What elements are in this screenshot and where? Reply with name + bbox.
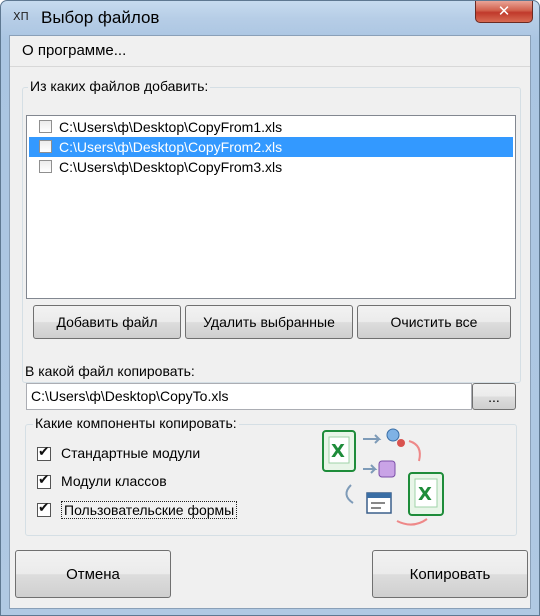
close-button[interactable]: ✕ <box>475 1 533 23</box>
list-item[interactable]: C:\Users\ф\Desktop\CopyFrom3.xls <box>29 157 513 177</box>
source-files-list[interactable]: C:\Users\ф\Desktop\CopyFrom1.xls C:\User… <box>26 115 516 299</box>
class-modules-checkbox[interactable] <box>37 472 51 489</box>
list-item[interactable]: C:\Users\ф\Desktop\CopyFrom1.xls <box>29 117 513 137</box>
excel-copy-illustration-icon: X X <box>322 428 444 526</box>
add-file-button[interactable]: Добавить файл <box>33 305 181 339</box>
browse-button[interactable]: ... <box>472 383 516 410</box>
standard-modules-checkbox[interactable] <box>37 444 51 461</box>
cancel-button[interactable]: Отмена <box>15 550 171 598</box>
user-forms-checkbox[interactable] <box>37 500 51 517</box>
files-group-label: Из каких файлов добавить: <box>28 78 211 94</box>
menu-bar: О программе... <box>10 36 530 67</box>
list-item[interactable]: C:\Users\ф\Desktop\CopyFrom2.xls <box>29 137 513 157</box>
list-item-checkbox[interactable] <box>39 160 52 173</box>
user-forms-label: Пользовательские формы <box>61 501 238 519</box>
file-path: C:\Users\ф\Desktop\CopyFrom2.xls <box>59 139 283 155</box>
remove-selected-button[interactable]: Удалить выбранные <box>185 305 353 339</box>
svg-text:X: X <box>418 484 432 505</box>
class-modules-label: Модули классов <box>61 473 167 489</box>
copy-button[interactable]: Копировать <box>372 550 528 598</box>
clear-all-button[interactable]: Очистить все <box>357 305 511 339</box>
menu-item-about[interactable]: О программе... <box>22 42 126 59</box>
standard-modules-label: Стандартные модули <box>61 445 201 461</box>
file-path: C:\Users\ф\Desktop\CopyFrom3.xls <box>59 159 283 175</box>
list-item-checkbox[interactable] <box>39 140 52 153</box>
title-bar[interactable]: ХП Выбор файлов ✕ <box>1 1 539 35</box>
components-group-label: Какие компоненты копировать: <box>33 415 239 431</box>
window-title: Выбор файлов <box>41 8 160 27</box>
app-icon: ХП <box>13 10 29 23</box>
list-item-checkbox[interactable] <box>39 120 52 133</box>
dialog-window: ХП Выбор файлов ✕ О программе... Из каки… <box>0 0 540 616</box>
file-path: C:\Users\ф\Desktop\CopyFrom1.xls <box>59 119 283 135</box>
target-file-label: В какой файл копировать: <box>25 363 195 379</box>
close-icon: ✕ <box>497 2 511 20</box>
target-file-input[interactable]: C:\Users\ф\Desktop\CopyTo.xls <box>26 383 472 410</box>
svg-text:X: X <box>331 441 345 462</box>
